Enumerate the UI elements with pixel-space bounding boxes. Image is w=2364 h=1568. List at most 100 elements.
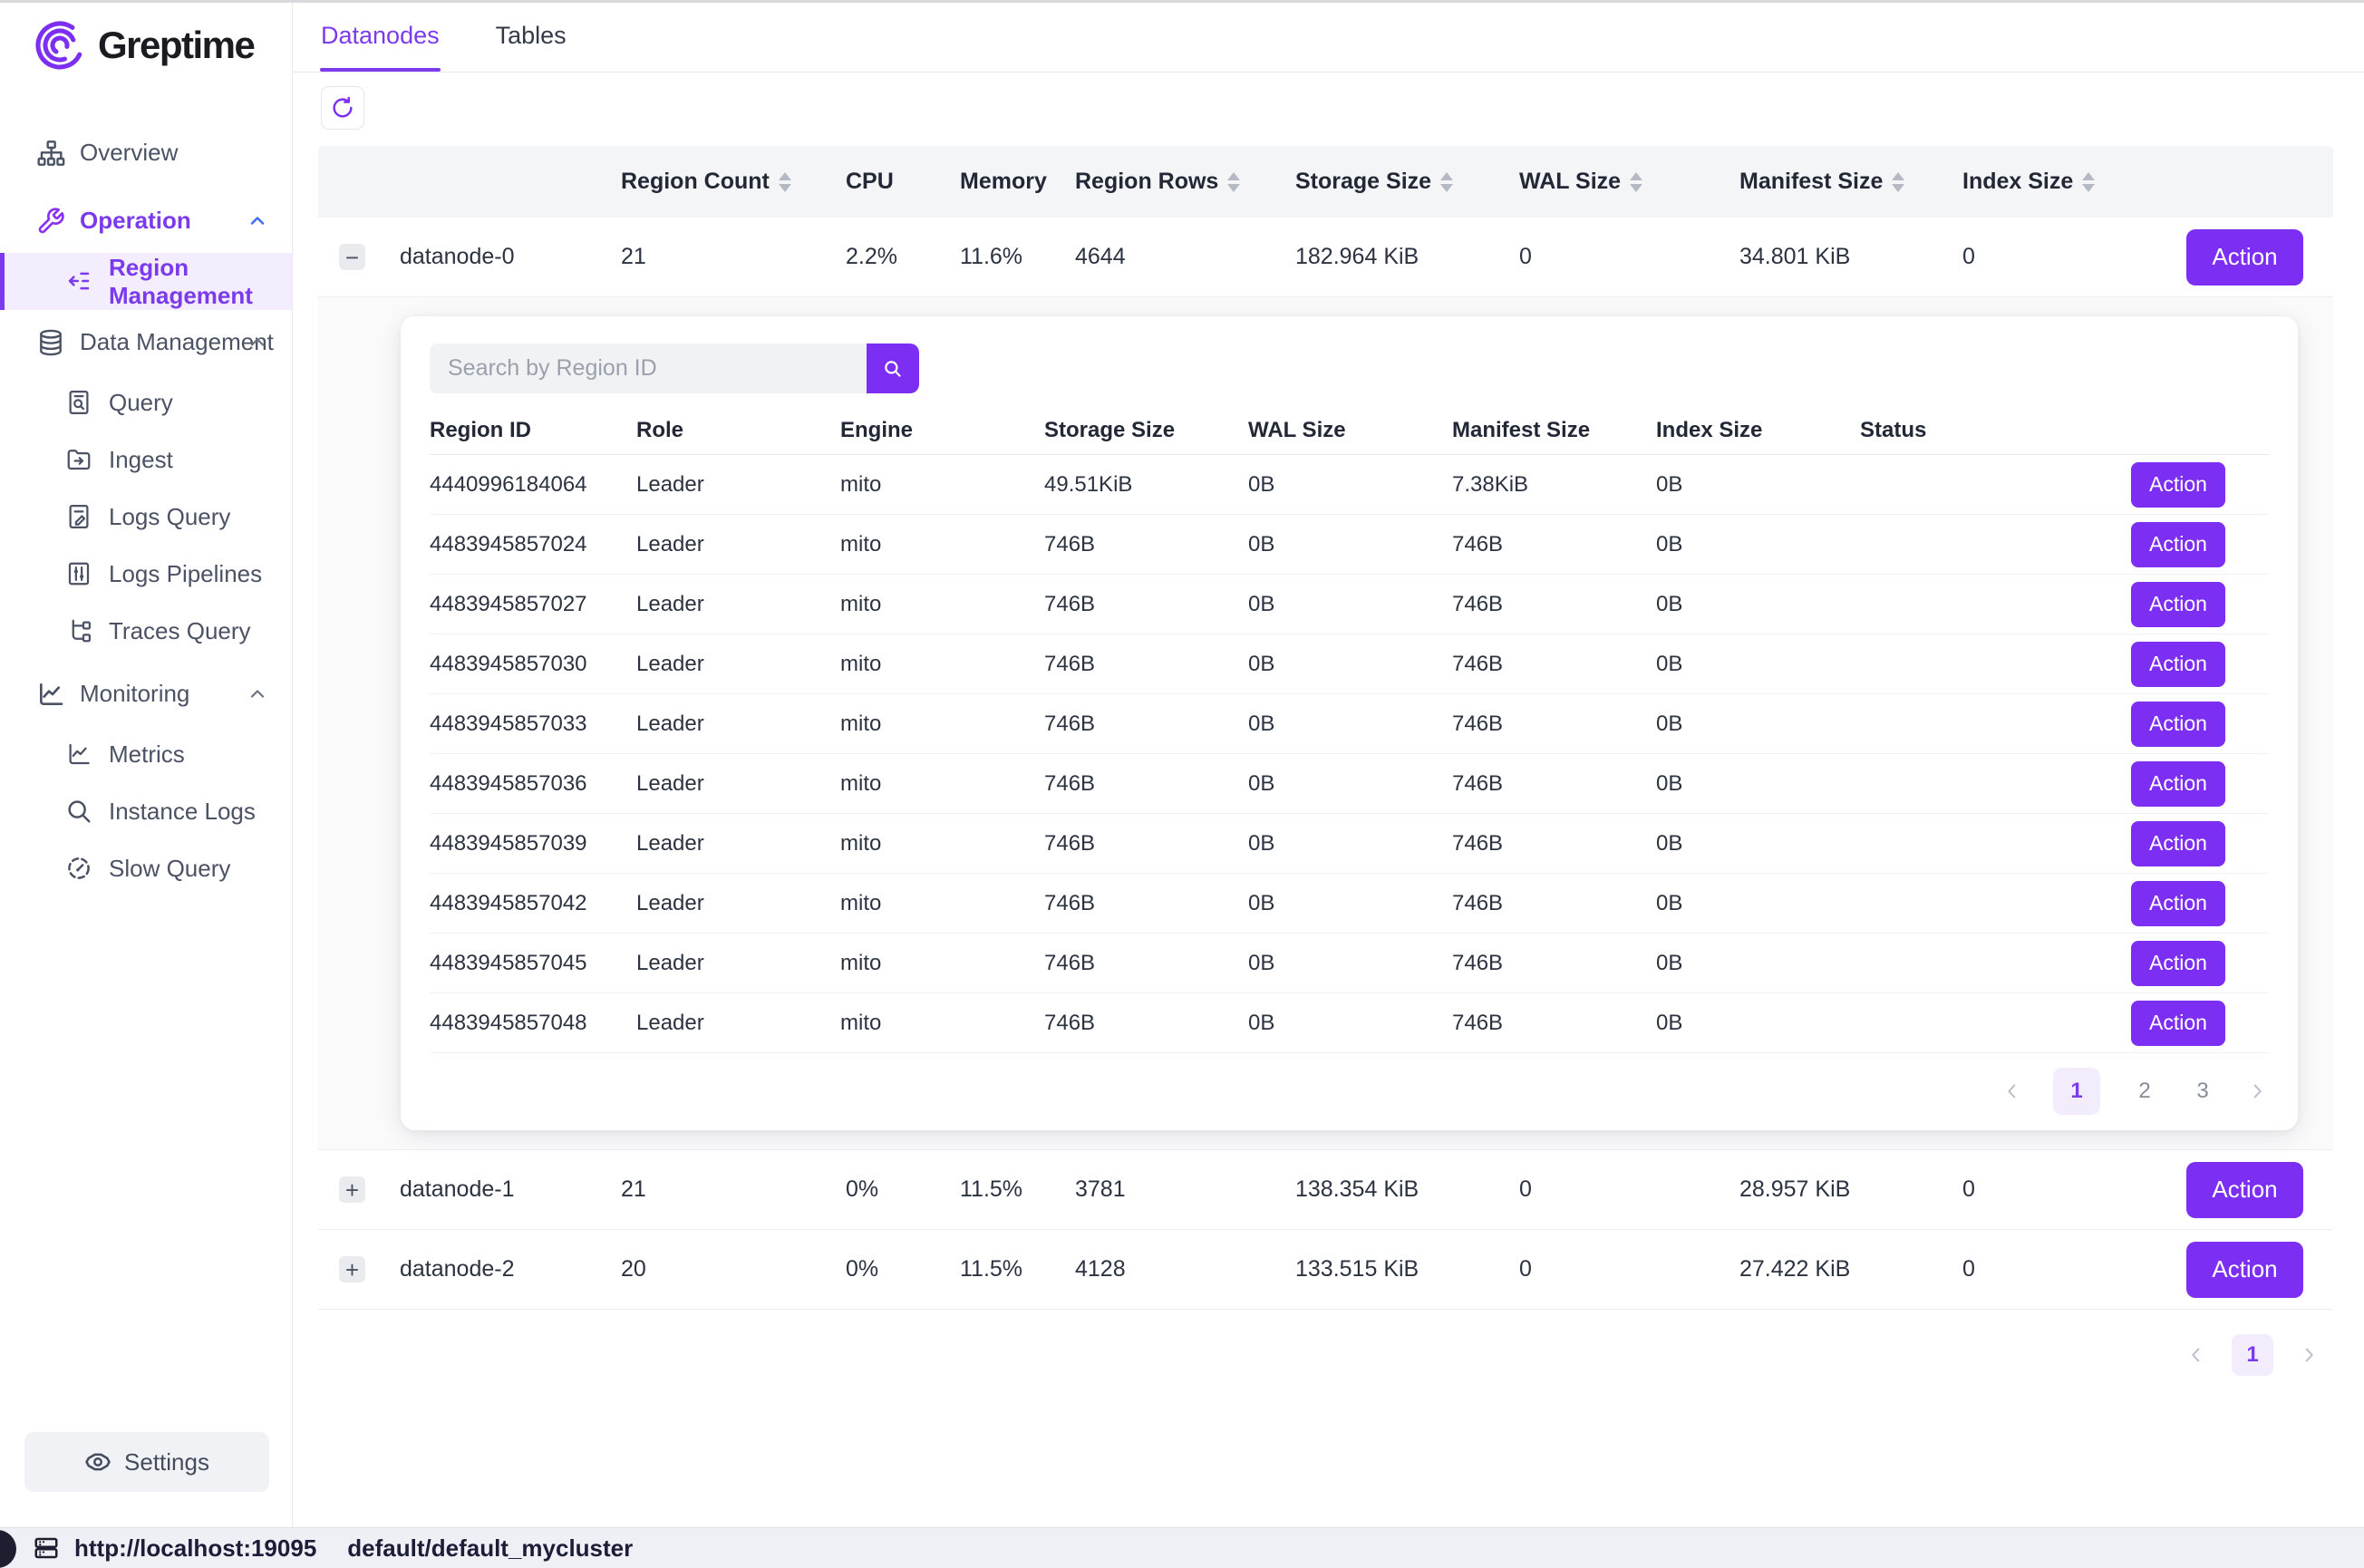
expand-row-button[interactable]: + [339, 1176, 365, 1203]
sort-icon[interactable] [1630, 172, 1642, 192]
region-action-button[interactable]: Action [2131, 821, 2225, 866]
sort-icon[interactable] [2082, 172, 2095, 192]
cell-storage-size: 746B [1044, 771, 1248, 797]
sort-icon[interactable] [1227, 172, 1240, 192]
sidebar-item-instance-logs[interactable]: Instance Logs [0, 783, 292, 840]
page-number-1[interactable]: 1 [2232, 1334, 2273, 1376]
cell-region-rows: 4128 [1075, 1256, 1295, 1282]
cell-region-id: 4483945857048 [430, 1011, 636, 1036]
cell-manifest-size: 28.957 KiB [1739, 1176, 1962, 1203]
sidebar-item-metrics[interactable]: Metrics [0, 726, 292, 783]
search-icon [881, 357, 905, 381]
cell-wal-size: 0 [1519, 1256, 1739, 1282]
col-storage-size: Storage Size [1295, 169, 1519, 195]
page-number-3[interactable]: 3 [2189, 1079, 2216, 1104]
sidebar-item-label: Data Management [80, 328, 274, 356]
cell-region-count: 20 [621, 1256, 846, 1282]
page-number-2[interactable]: 2 [2131, 1079, 2158, 1104]
region-action-button[interactable]: Action [2131, 642, 2225, 687]
region-action-button[interactable]: Action [2131, 761, 2225, 807]
cell-region-id: 4483945857030 [430, 652, 636, 677]
next-page-icon[interactable] [2247, 1081, 2267, 1101]
server-icon [33, 1534, 60, 1562]
cell-storage-size: 746B [1044, 951, 1248, 976]
collapse-row-button[interactable]: − [339, 244, 365, 270]
chevron-up-icon[interactable] [247, 332, 268, 353]
chevron-up-icon[interactable] [247, 210, 268, 232]
cell-manifest-size: 746B [1452, 951, 1656, 976]
sidebar-item-logs-pipelines[interactable]: Logs Pipelines [0, 546, 292, 603]
cell-wal-size: 0B [1248, 891, 1452, 916]
cell-role: Leader [636, 891, 840, 916]
page-number-1[interactable]: 1 [2053, 1068, 2100, 1115]
action-button[interactable]: Action [2186, 229, 2303, 286]
sidebar-item-query[interactable]: Query [0, 374, 292, 431]
chevron-up-icon[interactable] [247, 683, 268, 705]
sort-icon[interactable] [1892, 172, 1904, 192]
search-button[interactable] [867, 344, 919, 393]
cell-region-id: 4483945857045 [430, 951, 636, 976]
search-input[interactable] [430, 344, 867, 393]
action-button[interactable]: Action [2186, 1162, 2303, 1218]
cell-storage-size: 746B [1044, 831, 1248, 857]
region-action-button[interactable]: Action [2131, 582, 2225, 627]
region-table-row: 4483945857024 Leader mito 746B 0B 746B 0… [430, 515, 2269, 575]
sidebar-item-overview[interactable]: Overview [0, 124, 292, 181]
sidebar-item-operation[interactable]: Operation [0, 192, 292, 249]
cell-wal-size: 0B [1248, 532, 1452, 557]
cell-engine: mito [840, 1011, 1044, 1036]
expand-row-button[interactable]: + [339, 1256, 365, 1282]
status-url[interactable]: http://localhost:19095 [74, 1534, 316, 1563]
action-button[interactable]: Action [2186, 1242, 2303, 1298]
sidebar-item-traces-query[interactable]: Traces Query [0, 603, 292, 660]
tab-tables[interactable]: Tables [496, 0, 567, 72]
region-table-row: 4440996184064 Leader mito 49.51KiB 0B 7.… [430, 455, 2269, 515]
region-table-row: 4483945857045 Leader mito 746B 0B 746B 0… [430, 934, 2269, 993]
cell-storage-size: 182.964 KiB [1295, 244, 1519, 270]
sidebar-item-slow-query[interactable]: Slow Query [0, 840, 292, 897]
cell-storage-size: 746B [1044, 532, 1248, 557]
sidebar-item-region-management[interactable]: Region Management [0, 253, 292, 310]
sort-icon[interactable] [1440, 172, 1453, 192]
cell-index-size: 0B [1656, 771, 1860, 797]
region-action-button[interactable]: Action [2131, 462, 2225, 508]
col-index-size: Index Size [1962, 169, 2186, 195]
region-table-row: 4483945857042 Leader mito 746B 0B 746B 0… [430, 874, 2269, 934]
cell-cpu: 0% [846, 1176, 960, 1203]
sidebar-item-monitoring[interactable]: Monitoring [0, 665, 292, 722]
next-page-icon[interactable] [2299, 1345, 2319, 1365]
tab-datanodes[interactable]: Datanodes [321, 0, 440, 72]
cell-role: Leader [636, 652, 840, 677]
sidebar-item-ingest[interactable]: Ingest [0, 431, 292, 489]
cell-index-size: 0B [1656, 951, 1860, 976]
region-action-button[interactable]: Action [2131, 702, 2225, 747]
settings-button[interactable]: Settings [24, 1432, 269, 1492]
cell-role: Leader [636, 831, 840, 857]
cell-engine: mito [840, 472, 1044, 498]
col-manifest-size: Manifest Size [1739, 169, 1962, 195]
sidebar-item-label: Overview [80, 139, 178, 167]
prev-page-icon[interactable] [2002, 1081, 2022, 1101]
gear-icon [84, 1448, 111, 1476]
brand-logo[interactable]: Greptime [31, 16, 254, 74]
window-top-edge [0, 0, 2364, 3]
cell-wal-size: 0 [1519, 1176, 1739, 1203]
refresh-button[interactable] [321, 86, 364, 130]
status-cluster[interactable]: default/default_mycluster [347, 1534, 633, 1563]
sidebar-item-logs-query[interactable]: Logs Query [0, 489, 292, 546]
prev-page-icon[interactable] [2186, 1345, 2206, 1365]
cell-manifest-size: 746B [1452, 771, 1656, 797]
region-action-button[interactable]: Action [2131, 941, 2225, 986]
cell-wal-size: 0B [1248, 652, 1452, 677]
sidebar-item-label: Traces Query [109, 617, 251, 645]
region-action-button[interactable]: Action [2131, 881, 2225, 926]
region-action-button[interactable]: Action [2131, 522, 2225, 567]
col-wal-size: WAL Size [1248, 418, 1452, 443]
cell-storage-size: 746B [1044, 592, 1248, 617]
sidebar-item-data-management[interactable]: Data Management [0, 314, 292, 371]
sort-icon[interactable] [779, 172, 791, 192]
cell-wal-size: 0B [1248, 771, 1452, 797]
col-memory: Memory [960, 169, 1075, 195]
cell-role: Leader [636, 711, 840, 737]
region-action-button[interactable]: Action [2131, 1001, 2225, 1046]
